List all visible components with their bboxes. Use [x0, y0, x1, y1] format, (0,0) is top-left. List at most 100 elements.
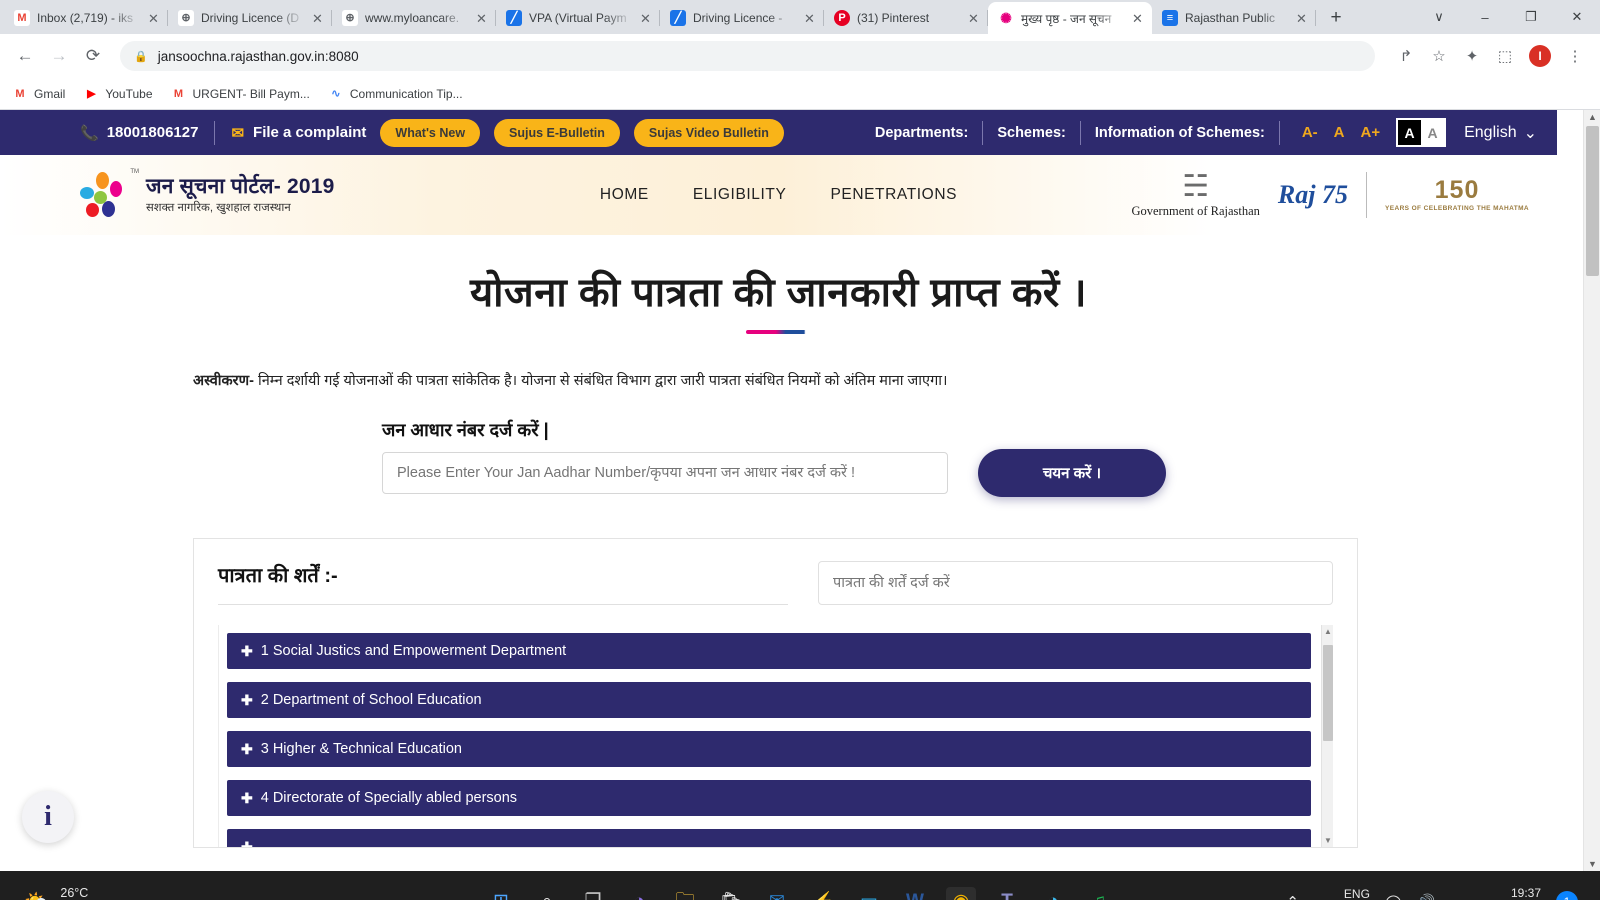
tab-close-icon[interactable]: ✕ [476, 12, 490, 25]
task-view-button[interactable]: ❐ [578, 887, 608, 900]
bookmark-item[interactable]: ▶ YouTube [83, 86, 152, 102]
reload-button[interactable]: ⟳ [78, 41, 108, 71]
weather-widget[interactable]: ⛅ 26°C Partly sunny [24, 885, 129, 900]
tab-close-icon[interactable]: ✕ [148, 12, 162, 25]
browser-tab[interactable]: ╱ Driving Licence - ✕ [660, 2, 824, 34]
language-indicator[interactable]: ENG IN [1344, 887, 1370, 900]
doc-icon: ╱ [506, 10, 522, 26]
profile-avatar[interactable]: I [1529, 45, 1551, 67]
jan-aadhar-input[interactable] [382, 452, 948, 494]
contrast-light-option[interactable]: A [1421, 120, 1445, 145]
bookmark-item[interactable]: M URGENT- Bill Paym... [171, 86, 310, 102]
accordion-scrollbar[interactable]: ▲ ▼ [1321, 625, 1333, 847]
bookmark-item[interactable]: M Gmail [12, 86, 65, 102]
mail-app-icon[interactable]: ✉ [762, 887, 792, 900]
close-window-button[interactable]: ✕ [1554, 0, 1600, 34]
eligibility-search-input[interactable] [818, 561, 1333, 605]
accordion-item[interactable]: ✚ 2 Department of School Education [227, 682, 1311, 718]
edge-browser-icon[interactable]: ◔ [1038, 887, 1068, 900]
forward-button[interactable]: → [44, 41, 74, 71]
search-button[interactable]: ⌕ [532, 887, 562, 900]
notification-badge[interactable]: 1 [1556, 890, 1578, 900]
volume-icon[interactable]: 🔊 [1417, 893, 1436, 900]
jansoochna-icon: ✺ [998, 10, 1014, 26]
browser-tab[interactable]: M Inbox (2,719) - iks ✕ [4, 2, 168, 34]
tray-overflow-icon[interactable]: ⌃ [1286, 893, 1299, 900]
browser-tab[interactable]: P (31) Pinterest ✕ [824, 2, 988, 34]
tab-close-icon[interactable]: ✕ [968, 12, 982, 25]
language-selector[interactable]: English ⌄ [1464, 123, 1537, 143]
snipping-tool-icon[interactable]: ⚡ [808, 887, 838, 900]
browser-tab-active[interactable]: ✺ मुख्य पृष्ठ - जन सूचन ✕ [988, 2, 1152, 34]
microsoft-store-icon[interactable]: 🛍 [716, 887, 746, 900]
menu-schemes[interactable]: Schemes: [997, 125, 1066, 141]
word-app-icon[interactable]: W [900, 887, 930, 900]
helpline[interactable]: 📞 18001806127 [80, 124, 198, 142]
page-scrollbar-thumb[interactable] [1586, 126, 1599, 276]
accessibility-info-button[interactable]: i [22, 791, 74, 843]
menu-departments[interactable]: Departments: [875, 125, 968, 141]
accordion-item[interactable]: ✚ [227, 829, 1311, 847]
tab-close-icon[interactable]: ✕ [804, 12, 818, 25]
nav-item-penetrations[interactable]: PENETRATIONS [830, 186, 957, 204]
font-normal-button[interactable]: A [1326, 124, 1353, 141]
sujas-video-bulletin-button[interactable]: Sujas Video Bulletin [633, 118, 784, 147]
mail-icon: ✉ [231, 124, 245, 142]
submit-button[interactable]: चयन करें । [978, 449, 1166, 497]
sujus-ebulletin-button[interactable]: Sujus E-Bulletin [494, 118, 620, 147]
new-tab-button[interactable]: + [1322, 4, 1350, 32]
browser-tab[interactable]: ╱ VPA (Virtual Paym ✕ [496, 2, 660, 34]
scroll-down-icon[interactable]: ▼ [1323, 836, 1333, 845]
teams-app-icon[interactable]: T [992, 887, 1022, 900]
extensions-icon[interactable]: ✦ [1457, 41, 1487, 71]
address-bar[interactable]: 🔒 jansoochna.rajasthan.gov.in:8080 [120, 41, 1375, 71]
remote-desktop-icon[interactable]: ▭ [854, 887, 884, 900]
maximize-button[interactable]: ❐ [1508, 0, 1554, 34]
cloud-sync-icon[interactable]: ☁ [1314, 893, 1329, 900]
divider [214, 120, 216, 145]
scrollbar-thumb[interactable] [1323, 645, 1333, 741]
tab-close-icon[interactable]: ✕ [1132, 12, 1146, 25]
minimize-button[interactable]: – [1462, 0, 1508, 34]
window-controls: ∨ – ❐ ✕ [1416, 0, 1600, 34]
share-icon[interactable]: ↱ [1391, 41, 1421, 71]
wifi-icon[interactable]: ◯ [1385, 893, 1402, 900]
tab-list-icon[interactable]: ∨ [1416, 0, 1462, 34]
browser-tab[interactable]: ≡ Rajasthan Public ✕ [1152, 2, 1316, 34]
bookmark-item[interactable]: ∿ Communication Tip... [328, 86, 462, 102]
chrome-menu-icon[interactable]: ⋮ [1560, 41, 1590, 71]
browser-tab[interactable]: ⊕ www.myloancare. ✕ [332, 2, 496, 34]
main-content: योजना की पात्रता की जानकारी प्राप्त करें… [0, 263, 1557, 858]
battery-icon[interactable]: ▭ [1450, 893, 1464, 900]
page-scroll-up-icon[interactable]: ▲ [1584, 112, 1600, 122]
browser-tab[interactable]: ⊕ Driving Licence (D ✕ [168, 2, 332, 34]
font-decrease-button[interactable]: A- [1294, 124, 1326, 141]
page-scrollbar[interactable]: ▲ ▼ [1583, 110, 1600, 871]
contrast-toggle[interactable]: A A [1396, 118, 1447, 147]
page-scroll-down-icon[interactable]: ▼ [1584, 859, 1600, 869]
spotify-app-icon[interactable]: ♫ [1084, 887, 1114, 900]
file-complaint-link[interactable]: ✉ File a complaint [231, 124, 366, 142]
site-logo[interactable]: TM जन सूचना पोर्टल- 2019 सशक्त नागरिक, ख… [80, 169, 334, 221]
font-increase-button[interactable]: A+ [1353, 124, 1389, 141]
accordion-item[interactable]: ✚ 4 Directorate of Specially abled perso… [227, 780, 1311, 816]
menu-information-of-schemes[interactable]: Information of Schemes: [1095, 125, 1265, 141]
widgets-button[interactable]: ◑ [624, 887, 654, 900]
nav-item-eligibility[interactable]: ELIGIBILITY [693, 186, 787, 204]
accordion-item[interactable]: ✚ 1 Social Justics and Empowerment Depar… [227, 633, 1311, 669]
file-explorer-icon[interactable]: 🗀 [670, 887, 700, 900]
start-button[interactable]: ⊞ [486, 887, 516, 900]
scroll-up-icon[interactable]: ▲ [1323, 627, 1333, 636]
clock[interactable]: 19:37 22-06-2022 [1480, 886, 1541, 900]
tab-close-icon[interactable]: ✕ [640, 12, 654, 25]
tab-close-icon[interactable]: ✕ [1296, 12, 1310, 25]
nav-item-home[interactable]: HOME [600, 186, 649, 204]
bookmark-star-icon[interactable]: ☆ [1424, 41, 1454, 71]
chrome-browser-icon[interactable]: ◉ [946, 886, 976, 900]
cast-icon[interactable]: ⬚ [1490, 41, 1520, 71]
contrast-dark-option[interactable]: A [1398, 120, 1422, 145]
back-button[interactable]: ← [10, 41, 40, 71]
accordion-item[interactable]: ✚ 3 Higher & Technical Education [227, 731, 1311, 767]
tab-close-icon[interactable]: ✕ [312, 12, 326, 25]
whats-new-button[interactable]: What's New [380, 118, 481, 147]
